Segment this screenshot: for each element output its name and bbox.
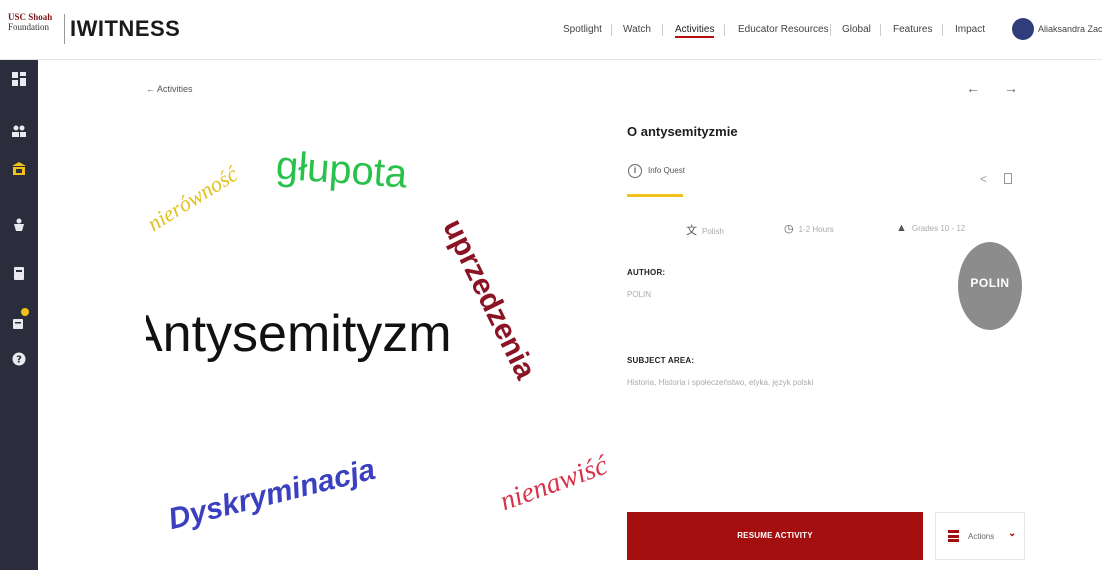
back-to-activities-link[interactable]: ← Activities — [146, 84, 193, 94]
clock-icon: ◷ — [784, 223, 794, 235]
subject-area-label: SUBJECT AREA: — [627, 356, 695, 365]
cover-word: Dyskryminacja — [165, 452, 379, 537]
nav-global[interactable]: Global — [842, 24, 871, 35]
duration-value: 1-2 Hours — [798, 225, 834, 234]
activity-cover-image: nierówność głupota uprzedzenia Antysemit… — [146, 118, 608, 560]
active-tab-indicator — [627, 194, 683, 197]
trophy-icon[interactable] — [11, 218, 27, 234]
logo-line-1: USC Shoah — [8, 12, 53, 22]
actions-label: Actions — [968, 532, 995, 541]
language-meta: 文 Polish — [686, 222, 724, 238]
nav-divider — [880, 24, 881, 36]
svg-text:?: ? — [16, 355, 22, 366]
list-icon — [948, 530, 959, 542]
cover-word: Antysemityzm — [146, 305, 452, 363]
next-arrow-icon[interactable]: → — [1004, 80, 1018, 96]
duration-meta: ◷ 1-2 Hours — [784, 222, 834, 235]
subject-area-value: Historia, Historia i społeczeństwo, etyk… — [627, 378, 814, 387]
resume-activity-button[interactable]: RESUME ACTIVITY — [627, 512, 923, 560]
tab-info-quest[interactable]: Info Quest — [648, 166, 685, 175]
cover-word: głupota — [274, 143, 409, 197]
nav-divider — [942, 24, 943, 36]
share-icon[interactable]: < — [980, 172, 987, 186]
user-name[interactable]: Aliaksandra Zacharova — [1038, 24, 1102, 34]
nav-divider — [724, 24, 725, 36]
author-label: AUTHOR: — [627, 268, 666, 277]
cover-word: nienawiść — [495, 449, 608, 518]
graduation-cap-icon: ▲ — [896, 222, 907, 234]
chevron-down-icon: ⌄ — [1008, 528, 1017, 539]
usc-shoah-foundation-logo[interactable]: USC Shoah Foundation — [8, 12, 60, 46]
nav-educator-resources[interactable]: Educator Resources — [738, 24, 829, 35]
bookmark-icon[interactable] — [1004, 173, 1012, 184]
nav-divider — [611, 24, 612, 36]
nav-watch[interactable]: Watch — [623, 24, 651, 35]
translate-icon: 文 — [686, 225, 697, 237]
cover-word: nierówność — [146, 161, 243, 237]
nav-activities[interactable]: Activities — [675, 24, 715, 38]
previous-arrow-icon[interactable]: ← — [966, 80, 980, 96]
logo-line-2: Foundation — [8, 22, 50, 32]
nav-divider — [662, 24, 663, 36]
user-avatar[interactable] — [1012, 18, 1034, 40]
author-value[interactable]: POLIN — [627, 290, 651, 299]
language-value: Polish — [702, 227, 724, 236]
nav-features[interactable]: Features — [893, 24, 932, 35]
activities-icon[interactable] — [11, 162, 27, 178]
activity-title: O antysemityzmie — [627, 124, 738, 139]
help-icon[interactable]: ? — [11, 352, 27, 368]
nav-divider — [830, 24, 831, 36]
polin-logo: POLIN — [958, 242, 1022, 330]
grades-value: Grades 10 - 12 — [911, 224, 966, 233]
people-icon[interactable] — [11, 124, 27, 140]
clipboard-icon[interactable] — [11, 266, 27, 282]
actions-dropdown-button[interactable]: Actions ⌄ — [935, 512, 1025, 560]
dashboard-icon[interactable] — [11, 72, 27, 88]
logo-divider — [64, 14, 65, 44]
iwitness-logo[interactable]: IWITNESS — [70, 16, 180, 42]
info-icon: i — [628, 164, 642, 178]
nav-impact[interactable]: Impact — [955, 24, 985, 35]
notification-badge — [21, 308, 29, 316]
back-link-label: Activities — [157, 84, 193, 94]
left-sidebar: ? — [0, 60, 38, 570]
grades-meta: ▲ Grades 10 - 12 — [896, 222, 965, 234]
nav-spotlight[interactable]: Spotlight — [563, 24, 602, 35]
notifications-icon[interactable] — [11, 316, 27, 332]
arrow-left-icon: ← — [146, 84, 155, 94]
polin-logo-text: POLIN — [970, 276, 1010, 290]
top-navigation-bar: USC Shoah Foundation IWITNESS Spotlight … — [0, 0, 1102, 60]
